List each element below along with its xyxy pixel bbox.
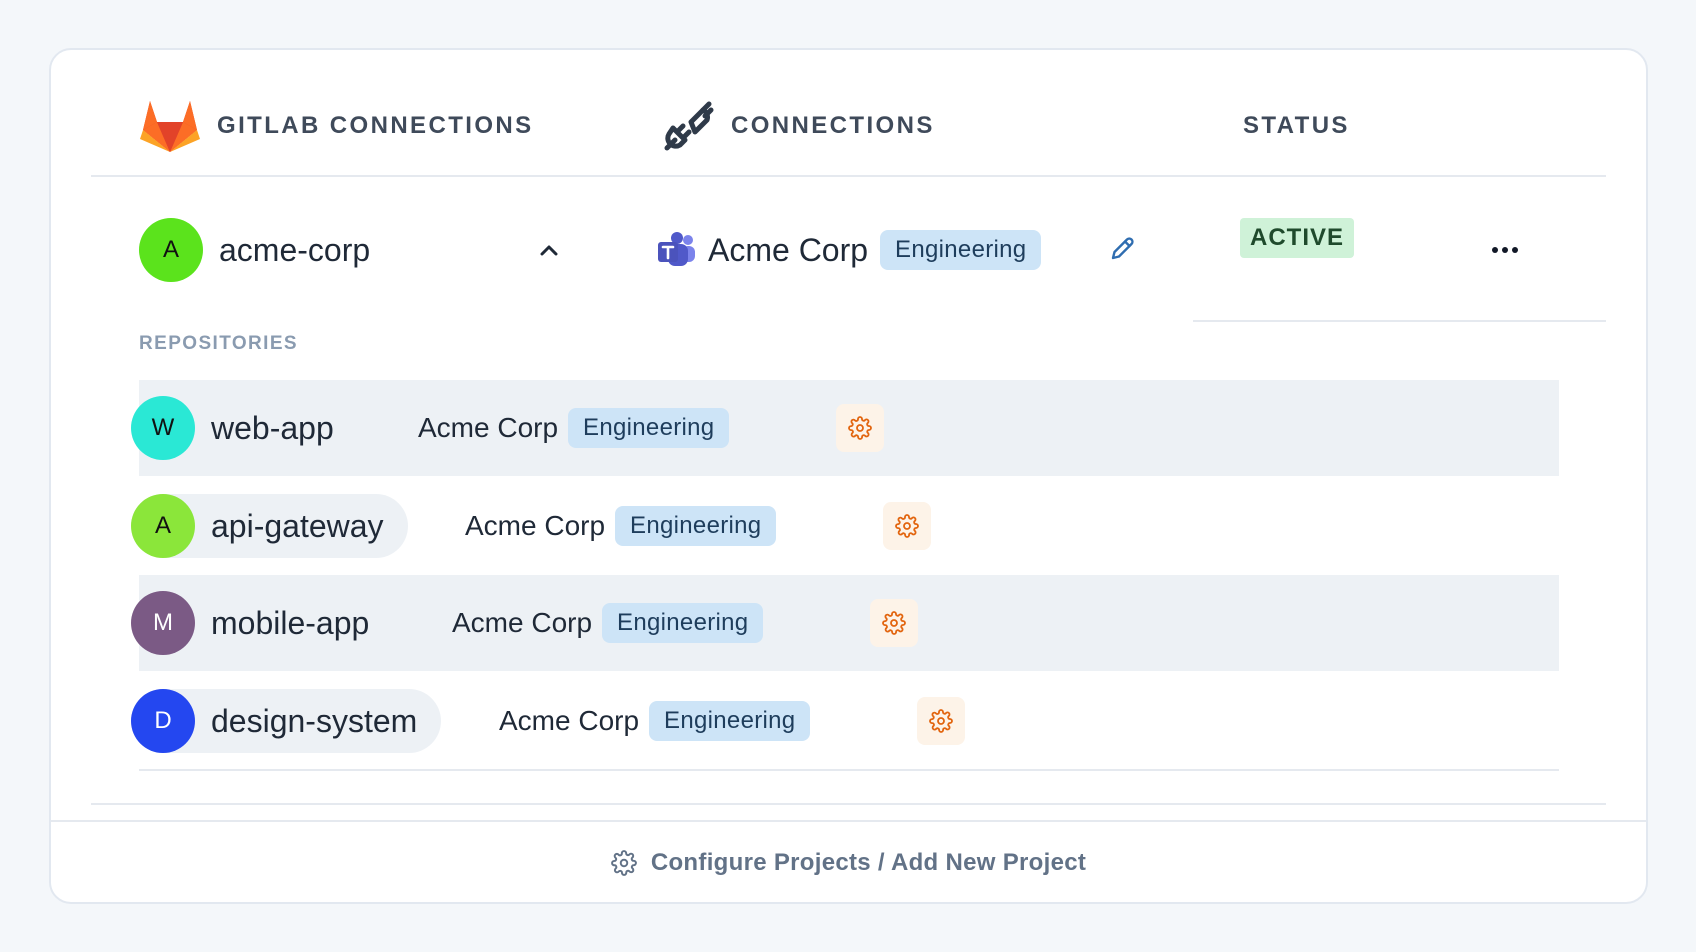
repo-connection: Acme Corp Engineering [499,701,811,741]
repo-name: mobile-app [211,604,370,641]
repo-identity: D design-system [131,689,442,753]
org-name: acme-corp [219,231,371,268]
section-divider [91,803,1606,805]
configure-projects-label: Configure Projects / Add New Project [650,849,1087,876]
avatar: D [131,689,195,753]
connection-tag: Engineering [649,701,811,741]
repo-settings-button[interactable] [883,502,931,550]
pencil-icon[interactable] [1107,234,1137,264]
avatar: A [139,218,203,282]
chevron-up-icon[interactable] [533,234,565,266]
table-header: GITLAB CONNECTIONS CONNECTIONS STATUS [51,50,1646,178]
repo-name: web-app [211,409,334,446]
plug-icon [664,101,714,151]
connection-tag: Engineering [602,603,764,643]
avatar: M [131,591,195,655]
repo-name: design-system [211,702,418,739]
connections-title: CONNECTIONS [731,112,935,139]
repo-connection: Acme Corp Engineering [418,408,730,448]
gear-icon [929,709,953,733]
repo-connection-name: Acme Corp [452,607,593,638]
gitlab-logo-icon [140,101,200,152]
repo-connection: Acme Corp Engineering [465,506,777,546]
repo-name: api-gateway [211,507,384,544]
gear-icon [895,514,919,538]
repo-settings-button[interactable] [917,697,965,745]
repo-connection-name: Acme Corp [465,510,606,541]
status-divider [1193,320,1606,322]
repo-list-divider [139,769,1559,771]
table-row[interactable]: M mobile-app Acme Corp Engineering [131,575,1559,671]
repo-identity: A api-gateway [131,494,408,558]
org-connection: Acme Corp Engineering [656,228,1042,272]
avatar: A [131,494,195,558]
status-badge: ACTIVE [1240,218,1355,258]
connections-column-header: CONNECTIONS [661,94,935,158]
microsoft-teams-icon [658,232,695,266]
more-horizontal-icon[interactable] [1487,238,1523,262]
header-divider [91,175,1606,177]
status-column-header: STATUS [1243,94,1350,158]
org-identity: A acme-corp [139,218,370,282]
repositories-label: REPOSITORIES [139,333,298,354]
table-row[interactable]: D design-system Acme Corp Engineering [131,673,1559,769]
table-row[interactable]: A api-gateway Acme Corp Engineering [131,478,1559,574]
gear-icon [882,611,906,635]
repo-identity: M mobile-app [131,591,393,655]
gear-icon [610,850,637,876]
org-row: A acme-corp Acme Corp Engineering ACTIVE [51,218,1646,314]
repo-connection-name: Acme Corp [418,412,559,443]
connection-tag: Engineering [568,408,730,448]
gitlab-column-header: GITLAB CONNECTIONS [139,94,534,158]
connection-tag: Engineering [615,506,777,546]
gitlab-connections-title: GITLAB CONNECTIONS [217,112,534,139]
repo-settings-button[interactable] [836,404,884,452]
gear-icon [848,416,872,440]
table-row[interactable]: W web-app Acme Corp Engineering [131,380,1559,476]
org-connection-name: Acme Corp [708,231,869,268]
repo-settings-button[interactable] [870,599,918,647]
repo-connection-name: Acme Corp [499,705,640,736]
avatar: W [131,396,195,460]
repo-identity: W web-app [131,396,358,460]
connection-tag: Engineering [880,230,1042,270]
status-title: STATUS [1243,112,1350,139]
repo-connection: Acme Corp Engineering [452,603,764,643]
configure-projects-button[interactable]: Configure Projects / Add New Project [51,820,1646,904]
gitlab-connections-card: GITLAB CONNECTIONS CONNECTIONS STATUS A [49,48,1648,904]
